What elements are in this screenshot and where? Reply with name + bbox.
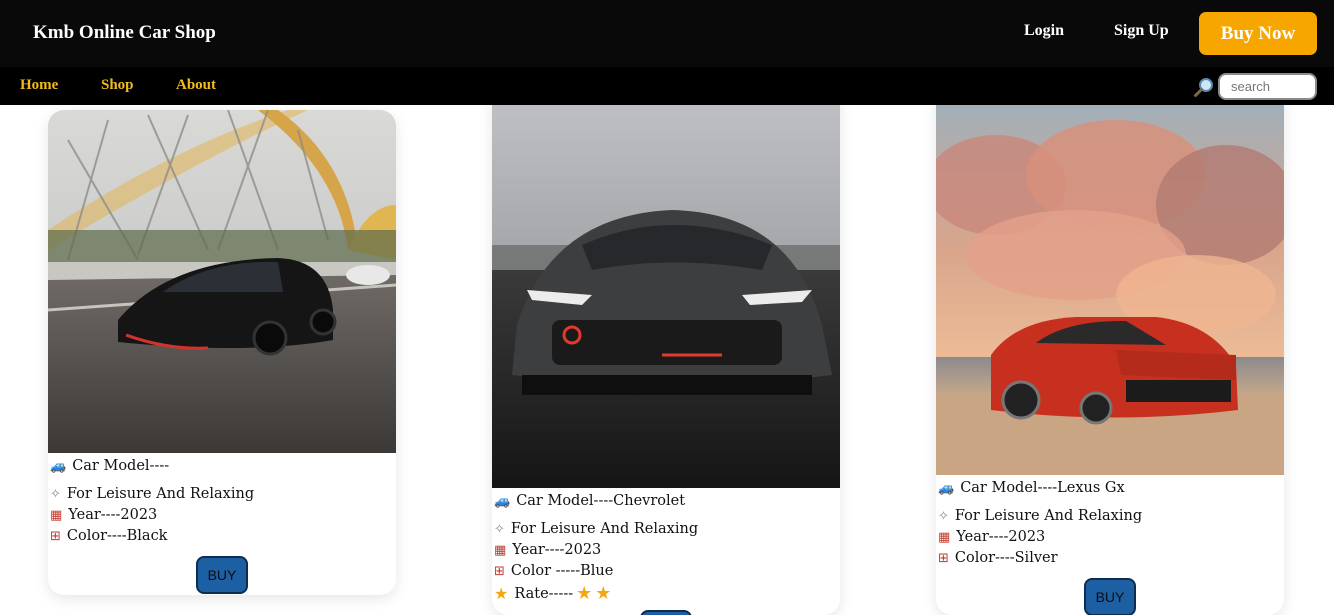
year-text: ▦ Year----2023 — [938, 529, 1045, 545]
car-image-red — [936, 95, 1284, 475]
year-value: Year----2023 — [68, 507, 158, 523]
rate-value: Rate----- — [514, 585, 574, 602]
car-card-2: 🚙 Car Model----Chevrolet ✧ For Leisure And… — [492, 95, 840, 615]
calendar-icon: ▦ — [494, 542, 507, 558]
car-model-text: 🚙 Car Model----Chevrolet — [494, 493, 685, 509]
brand-title: Kmb Online Car Shop — [33, 22, 216, 43]
buy-now-button[interactable]: Buy Now — [1199, 12, 1317, 55]
color-value: Color -----Blue — [510, 563, 614, 579]
year-value: Year----2023 — [956, 529, 1046, 545]
car-card-1: 🚙 Car Model---- ✧ For Leisure And Relaxing… — [48, 110, 396, 595]
car-model-text: 🚙 Car Model---- — [50, 458, 169, 474]
year-text: ▦ Year----2023 — [494, 542, 601, 558]
sparkle-icon: ✧ — [494, 521, 505, 537]
car-image-black — [48, 110, 396, 453]
buy-button[interactable]: BUY — [196, 556, 248, 594]
color-icon: ⊞ — [50, 528, 61, 544]
star-icon: ★ — [595, 583, 612, 604]
car-icon: 🚙 — [494, 493, 511, 509]
color-value: Color----Silver — [954, 550, 1058, 566]
car-model-value: Car Model----Chevrolet — [516, 493, 686, 509]
color-icon: ⊞ — [494, 563, 505, 579]
car-card-3: 🚙 Car Model----Lexus Gx ✧ For Leisure And … — [936, 95, 1284, 615]
purpose-text: ✧ For Leisure And Relaxing — [938, 508, 1142, 524]
car-image-grey — [492, 95, 840, 488]
color-icon: ⊞ — [938, 550, 949, 566]
signup-link[interactable]: Sign Up — [1114, 22, 1169, 40]
car-icon: 🚙 — [938, 480, 955, 496]
calendar-icon: ▦ — [938, 529, 951, 545]
purpose-value: For Leisure And Relaxing — [66, 486, 255, 502]
color-text: ⊞ Color----Silver — [938, 550, 1058, 566]
car-model-text: 🚙 Car Model----Lexus Gx — [938, 480, 1125, 496]
car-model-value: Car Model---- — [72, 458, 170, 474]
nav-shop[interactable]: Shop — [101, 77, 134, 94]
color-text: ⊞ Color -----Blue — [494, 563, 613, 579]
calendar-icon: ▦ — [50, 507, 63, 523]
year-text: ▦ Year----2023 — [50, 507, 157, 523]
color-value: Color----Black — [66, 528, 168, 544]
purpose-text: ✧ For Leisure And Relaxing — [50, 486, 254, 502]
search-input[interactable] — [1218, 73, 1317, 100]
year-value: Year----2023 — [512, 542, 602, 558]
buy-button-partial[interactable] — [640, 610, 692, 615]
search-icon[interactable] — [1193, 76, 1215, 98]
top-header: Kmb Online Car Shop Login Sign Up Buy No… — [0, 0, 1334, 67]
purpose-value: For Leisure And Relaxing — [954, 508, 1143, 524]
car-model-value: Car Model----Lexus Gx — [960, 480, 1125, 496]
car-icon: 🚙 — [50, 458, 67, 474]
nav-bar: Home Shop About — [0, 67, 1334, 105]
nav-home[interactable]: Home — [20, 77, 58, 94]
purpose-value: For Leisure And Relaxing — [510, 521, 699, 537]
color-text: ⊞ Color----Black — [50, 528, 167, 544]
sparkle-icon: ✧ — [938, 508, 949, 524]
purpose-text: ✧ For Leisure And Relaxing — [494, 521, 698, 537]
buy-button[interactable]: BUY — [1084, 578, 1136, 615]
nav-about[interactable]: About — [176, 77, 216, 94]
sparkle-icon: ✧ — [50, 486, 61, 502]
star-icon: ★ — [576, 583, 593, 604]
star-icon: ★ — [494, 584, 509, 603]
login-link[interactable]: Login — [1024, 22, 1064, 40]
rate-text: ★ Rate----- ★ ★ — [494, 583, 611, 604]
